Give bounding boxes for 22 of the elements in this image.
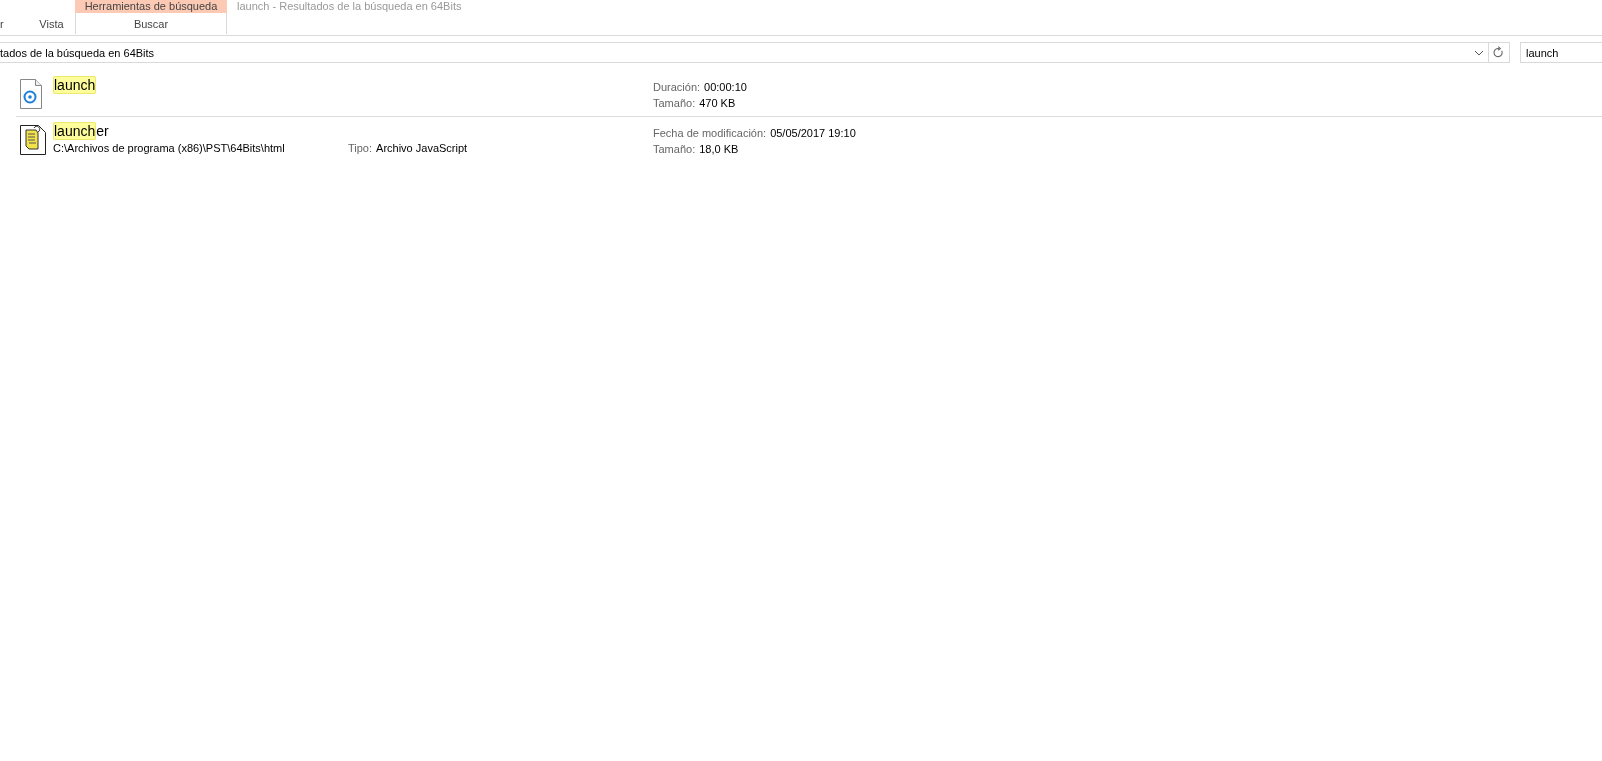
script-file-icon: [20, 125, 46, 155]
detail-value: 00:00:10: [704, 81, 747, 93]
search-field[interactable]: launch: [1520, 42, 1602, 63]
type-value: Archivo JavaScript: [376, 142, 468, 154]
file-name[interactable]: launcher: [53, 123, 653, 140]
window-title: launch - Resultados de la búsqueda en 64Bits: [237, 0, 462, 13]
refresh-icon[interactable]: [1488, 42, 1510, 63]
detail-label: Tamaño:: [653, 97, 696, 109]
detail-value: 470 KB: [699, 97, 736, 109]
detail-value: 05/05/2017 19:10: [770, 127, 856, 139]
detail-label: Duración:: [653, 81, 701, 93]
file-path: C:\Archivos de programa (x86)\PST\64Bits\html: [53, 142, 286, 154]
detail-label: Fecha de modificación:: [653, 127, 767, 139]
ribbon-context-tab-header: Herramientas de búsqueda: [75, 0, 227, 13]
detail-value: 18,0 KB: [699, 143, 739, 155]
detail-label: Tamaño:: [653, 143, 696, 155]
address-bar[interactable]: tados de la búsqueda en 64Bits: [0, 42, 1489, 63]
type-label: Tipo:: [348, 142, 373, 154]
ribbon-tab[interactable]: Buscar: [75, 13, 227, 34]
address-path: tados de la búsqueda en 64Bits: [0, 46, 156, 59]
audio-file-icon: [20, 79, 42, 109]
file-name[interactable]: launch: [53, 77, 653, 94]
